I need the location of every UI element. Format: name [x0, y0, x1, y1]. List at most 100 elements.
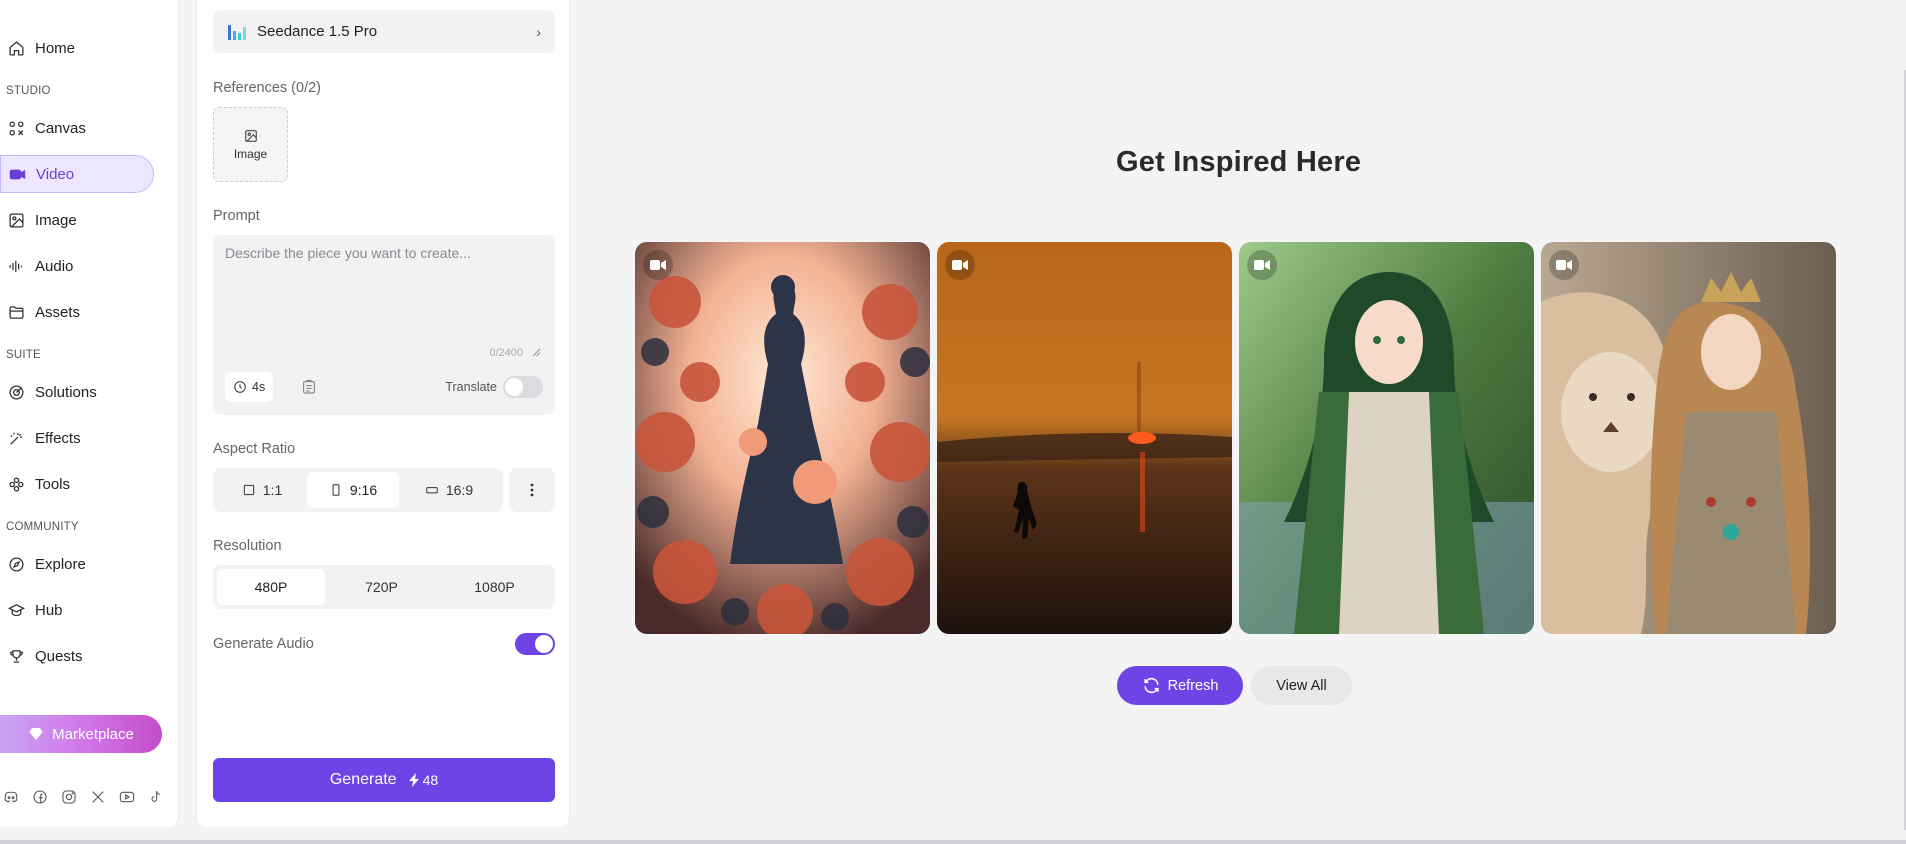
- sidebar-item-effects[interactable]: Effects: [0, 419, 154, 457]
- prompt-container: 0/2400 4s Translate: [213, 235, 555, 415]
- inspiration-card[interactable]: [635, 242, 930, 634]
- sidebar-item-video[interactable]: Video: [0, 155, 154, 193]
- model-name: Seedance 1.5 Pro: [257, 23, 378, 40]
- toggle-knob: [535, 635, 553, 653]
- chevron-right-icon: ›: [536, 23, 541, 40]
- more-options-button[interactable]: [509, 468, 555, 512]
- video-badge-icon: [1549, 250, 1579, 280]
- sidebar-item-audio[interactable]: Audio: [0, 247, 154, 285]
- generate-audio-toggle[interactable]: [515, 633, 555, 655]
- home-icon: [9, 40, 24, 56]
- card-thumbnail: [937, 242, 1232, 634]
- prompt-template-icon[interactable]: [301, 379, 317, 395]
- aspect-option-label: 9:16: [349, 482, 378, 498]
- video-badge-icon: [1247, 250, 1277, 280]
- aspect-option-1-1[interactable]: 1:1: [217, 472, 307, 508]
- aspect-ratio-label: Aspect Ratio: [213, 441, 296, 457]
- image-icon: [9, 212, 24, 228]
- sidebar-item-assets[interactable]: Assets: [0, 293, 154, 331]
- sidebar-item-image[interactable]: Image: [0, 201, 154, 239]
- sidebar-item-canvas[interactable]: Canvas: [0, 109, 154, 147]
- inspiration-card[interactable]: [1541, 242, 1836, 634]
- portrait-icon: [332, 484, 340, 496]
- sidebar-item-label: Image: [35, 211, 77, 229]
- duration-selector[interactable]: 4s: [225, 372, 274, 402]
- diamond-icon: [29, 728, 43, 740]
- instagram-icon[interactable]: [60, 788, 77, 805]
- cost-value: 48: [422, 772, 439, 788]
- resolution-label: Resolution: [213, 538, 282, 554]
- video-icon: [9, 169, 26, 179]
- sidebar-item-solutions[interactable]: Solutions: [0, 373, 154, 411]
- page-title: Get Inspired Here: [1116, 146, 1362, 178]
- discord-icon[interactable]: [2, 788, 19, 805]
- model-logo-icon: [228, 24, 246, 40]
- sidebar-item-label: Explore: [35, 555, 86, 573]
- sidebar-item-explore[interactable]: Explore: [0, 545, 154, 583]
- trophy-icon: [10, 649, 23, 663]
- clock-icon: [234, 381, 246, 393]
- inspiration-card[interactable]: [1239, 242, 1534, 634]
- hub-icon: [8, 603, 25, 616]
- refresh-button[interactable]: Refresh: [1117, 666, 1243, 705]
- refresh-label: Refresh: [1167, 677, 1219, 694]
- section-label-studio: STUDIO: [6, 85, 51, 97]
- prompt-counter: 0/2400: [489, 347, 523, 359]
- card-thumbnail: [1239, 242, 1534, 634]
- effects-icon: [10, 432, 23, 445]
- references-label: References (0/2): [213, 80, 321, 96]
- sidebar-item-label: Solutions: [35, 383, 97, 401]
- toggle-knob: [505, 378, 523, 396]
- duration-value: 4s: [252, 380, 266, 394]
- sidebar-item-label: Home: [35, 39, 76, 57]
- youtube-icon[interactable]: [118, 788, 135, 805]
- section-label-suite: SUITE: [6, 349, 41, 361]
- lightning-icon: [408, 773, 419, 787]
- resolution-option-720p[interactable]: 720P: [325, 569, 438, 605]
- more-vertical-icon: [530, 483, 534, 497]
- assets-icon: [9, 305, 24, 319]
- image-icon: [244, 129, 257, 142]
- sidebar-item-home[interactable]: Home: [0, 29, 154, 67]
- square-icon: [243, 484, 254, 496]
- marketplace-label: Marketplace: [52, 725, 134, 743]
- canvas-icon: [9, 120, 24, 136]
- landscape-icon: [426, 487, 438, 494]
- tools-icon: [9, 476, 24, 492]
- aspect-option-9-16[interactable]: 9:16: [307, 472, 399, 508]
- card-thumbnail: [1541, 242, 1836, 634]
- marketplace-button[interactable]: Marketplace: [0, 715, 162, 753]
- generate-button[interactable]: Generate 48: [213, 758, 555, 802]
- generate-audio-label: Generate Audio: [213, 636, 314, 652]
- resolution-option-480p[interactable]: 480P: [217, 569, 325, 605]
- resize-handle-icon[interactable]: [532, 348, 541, 357]
- tiktok-icon[interactable]: [147, 788, 164, 805]
- sidebar-item-hub[interactable]: Hub: [0, 591, 154, 629]
- generate-cost: 48: [408, 772, 439, 788]
- section-label-community: COMMUNITY: [6, 521, 79, 533]
- sidebar-item-label: Tools: [35, 475, 71, 493]
- x-icon[interactable]: [89, 788, 106, 805]
- prompt-input[interactable]: [213, 235, 555, 345]
- sidebar-item-tools[interactable]: Tools: [0, 465, 154, 503]
- app-root: Home STUDIO Canvas Video Image Audio Ass…: [0, 0, 1906, 844]
- card-thumbnail: [635, 242, 930, 634]
- model-selector[interactable]: Seedance 1.5 Pro ›: [213, 10, 555, 53]
- refresh-icon: [1143, 677, 1159, 694]
- reference-image-slot[interactable]: Image: [213, 107, 288, 182]
- resolution-option-1080p[interactable]: 1080P: [438, 569, 551, 605]
- aspect-option-16-9[interactable]: 16:9: [399, 472, 499, 508]
- video-badge-icon: [643, 250, 673, 280]
- solutions-icon: [9, 384, 24, 400]
- prompt-label: Prompt: [213, 208, 260, 224]
- window-bottom-edge: [0, 840, 1906, 844]
- inspiration-card[interactable]: [937, 242, 1232, 634]
- view-all-button[interactable]: View All: [1251, 666, 1352, 705]
- sidebar-item-label: Audio: [35, 257, 74, 275]
- facebook-icon[interactable]: [31, 788, 48, 805]
- aspect-ratio-selector: 1:1 9:16 16:9: [213, 468, 503, 512]
- sidebar: Home STUDIO Canvas Video Image Audio Ass…: [0, 0, 179, 827]
- translate-toggle[interactable]: [503, 376, 543, 398]
- reference-slot-label: Image: [233, 146, 268, 161]
- sidebar-item-quests[interactable]: Quests: [0, 637, 154, 675]
